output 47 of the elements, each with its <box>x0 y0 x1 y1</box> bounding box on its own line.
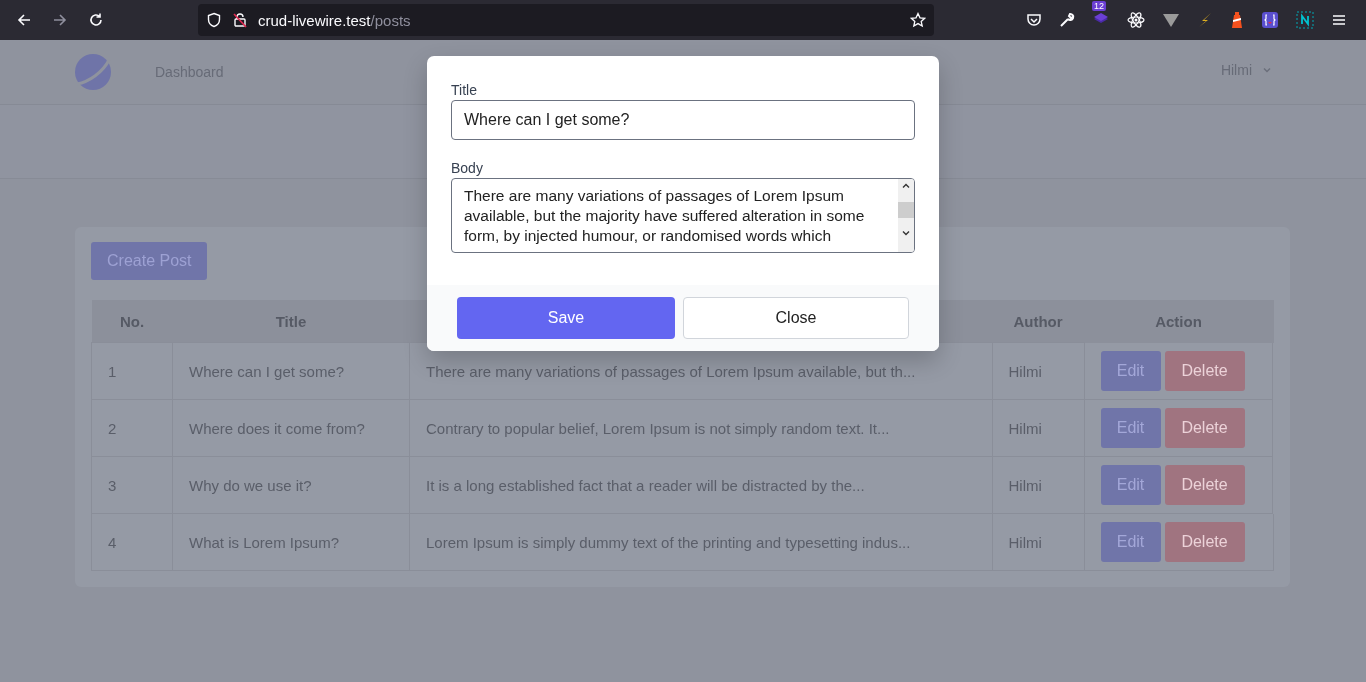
field-label: Body <box>451 160 484 176</box>
delete-button[interactable]: Delete <box>1164 350 1245 391</box>
table-cell: Hilmi <box>1008 476 1042 494</box>
scrollbar-thumb[interactable] <box>898 201 914 218</box>
field-label: Title <box>451 82 478 98</box>
atom-icon[interactable] <box>1127 11 1145 29</box>
table-cell: Why do we use it? <box>189 476 312 494</box>
star-icon[interactable] <box>910 12 926 28</box>
v-logo-icon[interactable] <box>1162 12 1180 28</box>
delete-button[interactable]: Delete <box>1164 464 1245 505</box>
scroll-up-icon[interactable] <box>900 181 912 191</box>
chevron-down-icon <box>1262 65 1272 75</box>
table-cell: What is Lorem Ipsum? <box>189 533 340 551</box>
scroll-down-icon[interactable] <box>900 228 912 238</box>
notification-badge: 12 <box>1092 1 1106 11</box>
title-input[interactable]: Where can I get some? <box>451 100 915 140</box>
table-cell: 2 <box>108 419 117 437</box>
braces-icon[interactable] <box>1261 11 1279 29</box>
table-cell: 1 <box>108 362 117 380</box>
insecure-lock-icon[interactable] <box>232 12 248 28</box>
table-cell: Hilmi <box>1008 419 1042 437</box>
close-button[interactable]: Close <box>683 297 909 339</box>
table-cell: It is a long established fact that a reader will be distracted by the... <box>426 476 865 494</box>
shield-icon[interactable] <box>206 12 222 28</box>
forward-icon[interactable] <box>52 12 68 28</box>
body-textarea[interactable]: There are many variations of passages of Lorem Ipsum available, but the majority have suffered alteration in some form, by injected humour, or randomised words which <box>451 178 915 253</box>
table-cell: There are many variations of passages of Lorem Ipsum available, but th... <box>426 362 916 380</box>
address-bar[interactable]: crud-livewire.test/posts <box>198 4 934 36</box>
table-cell: Hilmi <box>1008 362 1042 380</box>
table-cell: Hilmi <box>1008 533 1042 551</box>
save-button[interactable]: Save <box>457 297 675 339</box>
reload-icon[interactable] <box>88 12 104 28</box>
delete-button[interactable]: Delete <box>1164 407 1245 448</box>
table-cell: 4 <box>108 533 117 551</box>
lighthouse-icon[interactable] <box>1230 11 1244 29</box>
table-cell: Where does it come from? <box>189 419 365 437</box>
pocket-icon[interactable] <box>1026 12 1042 28</box>
table-cell: 3 <box>108 476 117 494</box>
table-cell: Contrary to popular belief, Lorem Ipsum is not simply random text. It... <box>426 419 890 437</box>
menu-icon[interactable] <box>1331 12 1347 28</box>
table-cell: Lorem Ipsum is simply dummy text of the printing and typesetting indus... <box>426 533 911 551</box>
delete-button[interactable]: Delete <box>1164 521 1245 562</box>
scrollbar[interactable] <box>898 179 914 252</box>
n-logo-icon[interactable] <box>1296 11 1314 29</box>
wrench-icon[interactable] <box>1059 12 1075 28</box>
url-text: crud-livewire.test/posts <box>258 11 412 29</box>
back-icon[interactable] <box>16 12 32 28</box>
